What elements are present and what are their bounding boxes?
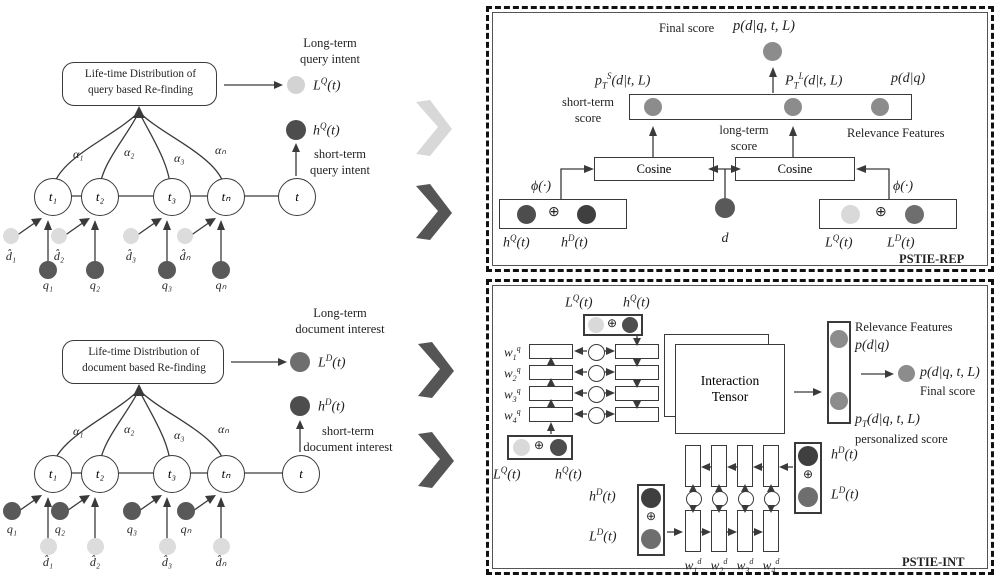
rep-ld-dot (905, 205, 924, 224)
chevron-q-long-icon (416, 100, 452, 156)
dhat-n-label: d̂ₙ (179, 249, 191, 263)
dhat-3-dot (123, 228, 139, 244)
rep-lq-label: LQ(t) (825, 233, 853, 251)
doc-dhat-2-label: d̂₂ (89, 555, 101, 569)
int-right-hd-label: hD(t) (831, 445, 858, 463)
int-doc-flow-arrows (667, 463, 793, 536)
rep-d-dot (715, 198, 735, 218)
int-wd1-label: w1d (684, 557, 702, 575)
int-right-ld-label: LD(t) (831, 485, 859, 503)
figure-canvas: Long-term query intent Life-time Distrib… (0, 0, 1000, 581)
document-lifetime-panel: Long-term document interest Life-time Di… (0, 290, 470, 581)
pstie-int-panel: LQ(t) hQ(t) ⊕ w1q w2q w3q w4q ⊕ LQ(t) hQ… (486, 279, 994, 575)
doc-q-n-dot (177, 502, 195, 520)
rep-phi-right-label: ϕ(·) (893, 179, 914, 194)
rep-lq-dot (841, 205, 860, 224)
dhat-3-label: d̂₃ (125, 249, 137, 263)
rep-hq-label: hQ(t) (503, 233, 530, 251)
q-1-dot (39, 261, 57, 279)
rep-left-plus-icon: ⊕ (548, 205, 560, 220)
query-input-arrows (15, 218, 225, 262)
int-left-ld-dot (641, 529, 661, 549)
pstie-rep-panel: Final score p(d|q, t, L) pTS(d|t, L) PTL… (486, 6, 994, 272)
int-right-plus-icon: ⊕ (802, 467, 814, 481)
int-left-plus-icon: ⊕ (645, 509, 657, 523)
doc-q-3-label: q₃ (126, 522, 138, 536)
doc-input-arrows (15, 495, 225, 539)
dhat-2-label: d̂₂ (53, 249, 65, 263)
doc-q-1-label: q₁ (6, 522, 18, 536)
doc-dhat-1-dot (40, 538, 57, 555)
pstie-int-caption: PSTIE-INT (902, 555, 965, 569)
rep-d-label: d (721, 231, 729, 246)
q-2-dot (86, 261, 104, 279)
int-right-hd-dot (798, 446, 818, 466)
dhat-n-dot (177, 228, 193, 244)
q-n-dot (212, 261, 230, 279)
rep-hd-dot (577, 205, 596, 224)
rep-right-plus-icon: ⊕ (875, 205, 887, 220)
doc-q-3-dot (123, 502, 141, 520)
int-wd3-label: w3d (736, 557, 754, 575)
doc-q-2-label: q₂ (54, 522, 66, 536)
doc-dhat-3-label: d̂₃ (161, 555, 173, 569)
int-wd4-label: w4d (762, 557, 780, 575)
int-left-hd-dot (641, 488, 661, 508)
int-wd2-label: w2d (710, 557, 728, 575)
doc-dhat-3-dot (159, 538, 176, 555)
rep-hq-dot (517, 205, 536, 224)
int-right-ld-dot (798, 487, 818, 507)
rep-hd-label: hD(t) (561, 233, 588, 251)
dhat-2-dot (51, 228, 67, 244)
doc-dhat-n-dot (213, 538, 230, 555)
q-3-dot (158, 261, 176, 279)
chevron-d-long-icon (418, 342, 454, 398)
doc-q-1-dot (3, 502, 21, 520)
doc-dhat-n-label: d̂ₙ (215, 555, 227, 569)
dhat-1-label: d̂₁ (5, 249, 17, 263)
rep-long-term-concat-box (819, 199, 957, 229)
dhat-1-dot (3, 228, 19, 244)
doc-dhat-1-label: d̂₁ (42, 555, 54, 569)
doc-dhat-2-dot (87, 538, 104, 555)
pstie-rep-caption: PSTIE-REP (899, 252, 965, 266)
rep-phi-left-label: ϕ(·) (531, 179, 552, 194)
int-left-ld-label: LD(t) (589, 527, 617, 545)
query-lifetime-panel: Long-term query intent Life-time Distrib… (0, 0, 470, 292)
doc-q-2-dot (51, 502, 69, 520)
rep-ld-label: LD(t) (887, 233, 915, 251)
chevron-q-short-icon (416, 184, 452, 240)
doc-q-n-label: qₙ (180, 522, 192, 536)
chevron-d-short-icon (418, 432, 454, 488)
int-left-hd-label: hD(t) (589, 487, 616, 505)
